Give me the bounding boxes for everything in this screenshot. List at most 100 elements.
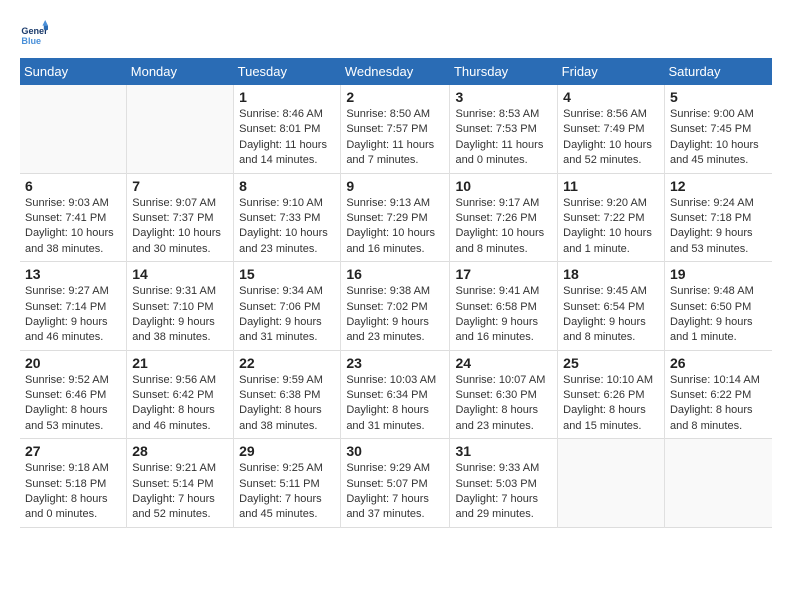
day-number: 9 (346, 178, 444, 194)
day-number: 20 (25, 355, 121, 371)
calendar-cell: 2 Sunrise: 8:50 AM Sunset: 7:57 PM Daylig… (341, 85, 450, 173)
weekday-header-monday: Monday (127, 58, 234, 85)
day-number: 1 (239, 89, 335, 105)
calendar-cell: 16 Sunrise: 9:38 AM Sunset: 7:02 PM Dayli… (341, 262, 450, 351)
calendar-cell: 11 Sunrise: 9:20 AM Sunset: 7:22 PM Dayli… (558, 173, 665, 262)
week-row-3: 13 Sunrise: 9:27 AM Sunset: 7:14 PM Dayli… (20, 262, 772, 351)
calendar-cell: 30 Sunrise: 9:29 AM Sunset: 5:07 PM Dayli… (341, 439, 450, 528)
calendar-cell: 7 Sunrise: 9:07 AM Sunset: 7:37 PM Daylig… (127, 173, 234, 262)
day-number: 8 (239, 178, 335, 194)
calendar-cell: 6 Sunrise: 9:03 AM Sunset: 7:41 PM Daylig… (20, 173, 127, 262)
weekday-header-sunday: Sunday (20, 58, 127, 85)
calendar-cell (20, 85, 127, 173)
calendar-cell: 9 Sunrise: 9:13 AM Sunset: 7:29 PM Daylig… (341, 173, 450, 262)
day-number: 22 (239, 355, 335, 371)
calendar-cell: 14 Sunrise: 9:31 AM Sunset: 7:10 PM Dayli… (127, 262, 234, 351)
cell-content: Sunrise: 9:17 AM Sunset: 7:26 PM Dayligh… (455, 196, 552, 258)
cell-content: Sunrise: 9:48 AM Sunset: 6:50 PM Dayligh… (670, 284, 767, 346)
cell-content: Sunrise: 9:21 AM Sunset: 5:14 PM Dayligh… (132, 461, 228, 523)
cell-content: Sunrise: 8:46 AM Sunset: 8:01 PM Dayligh… (239, 107, 335, 169)
cell-content: Sunrise: 9:33 AM Sunset: 5:03 PM Dayligh… (455, 461, 552, 523)
cell-content: Sunrise: 9:24 AM Sunset: 7:18 PM Dayligh… (670, 196, 767, 258)
calendar-cell (664, 439, 772, 528)
day-number: 21 (132, 355, 228, 371)
cell-content: Sunrise: 9:03 AM Sunset: 7:41 PM Dayligh… (25, 196, 121, 258)
calendar-cell: 1 Sunrise: 8:46 AM Sunset: 8:01 PM Daylig… (234, 85, 341, 173)
calendar-cell: 26 Sunrise: 10:14 AM Sunset: 6:22 PM Dayl… (664, 350, 772, 439)
cell-content: Sunrise: 9:56 AM Sunset: 6:42 PM Dayligh… (132, 373, 228, 435)
weekday-header-saturday: Saturday (664, 58, 772, 85)
calendar-cell: 23 Sunrise: 10:03 AM Sunset: 6:34 PM Dayl… (341, 350, 450, 439)
cell-content: Sunrise: 9:07 AM Sunset: 7:37 PM Dayligh… (132, 196, 228, 258)
day-number: 2 (346, 89, 444, 105)
cell-content: Sunrise: 8:50 AM Sunset: 7:57 PM Dayligh… (346, 107, 444, 169)
calendar-cell: 8 Sunrise: 9:10 AM Sunset: 7:33 PM Daylig… (234, 173, 341, 262)
cell-content: Sunrise: 9:59 AM Sunset: 6:38 PM Dayligh… (239, 373, 335, 435)
cell-content: Sunrise: 9:29 AM Sunset: 5:07 PM Dayligh… (346, 461, 444, 523)
weekday-header-wednesday: Wednesday (341, 58, 450, 85)
day-number: 27 (25, 443, 121, 459)
day-number: 16 (346, 266, 444, 282)
day-number: 23 (346, 355, 444, 371)
calendar-cell: 17 Sunrise: 9:41 AM Sunset: 6:58 PM Dayli… (450, 262, 558, 351)
cell-content: Sunrise: 9:18 AM Sunset: 5:18 PM Dayligh… (25, 461, 121, 523)
week-row-2: 6 Sunrise: 9:03 AM Sunset: 7:41 PM Daylig… (20, 173, 772, 262)
calendar-cell: 5Sunrise: 9:00 AM Sunset: 7:45 PM Daylig… (664, 85, 772, 173)
calendar-cell (558, 439, 665, 528)
week-row-4: 20 Sunrise: 9:52 AM Sunset: 6:46 PM Dayli… (20, 350, 772, 439)
weekday-header-thursday: Thursday (450, 58, 558, 85)
svg-text:Blue: Blue (21, 36, 41, 46)
calendar-cell: 21 Sunrise: 9:56 AM Sunset: 6:42 PM Dayli… (127, 350, 234, 439)
calendar-cell: 29 Sunrise: 9:25 AM Sunset: 5:11 PM Dayli… (234, 439, 341, 528)
cell-content: Sunrise: 9:45 AM Sunset: 6:54 PM Dayligh… (563, 284, 659, 346)
day-number: 6 (25, 178, 121, 194)
week-row-1: 1 Sunrise: 8:46 AM Sunset: 8:01 PM Daylig… (20, 85, 772, 173)
cell-content: Sunrise: 8:53 AM Sunset: 7:53 PM Dayligh… (455, 107, 552, 169)
logo: General Blue (20, 20, 52, 48)
cell-content: Sunrise: 9:00 AM Sunset: 7:45 PM Dayligh… (670, 107, 767, 169)
day-number: 7 (132, 178, 228, 194)
day-number: 12 (670, 178, 767, 194)
cell-content: Sunrise: 10:10 AM Sunset: 6:26 PM Daylig… (563, 373, 659, 435)
day-number: 18 (563, 266, 659, 282)
cell-content: Sunrise: 10:07 AM Sunset: 6:30 PM Daylig… (455, 373, 552, 435)
cell-content: Sunrise: 9:27 AM Sunset: 7:14 PM Dayligh… (25, 284, 121, 346)
day-number: 24 (455, 355, 552, 371)
day-number: 30 (346, 443, 444, 459)
calendar-cell: 13 Sunrise: 9:27 AM Sunset: 7:14 PM Dayli… (20, 262, 127, 351)
week-row-5: 27 Sunrise: 9:18 AM Sunset: 5:18 PM Dayli… (20, 439, 772, 528)
cell-content: Sunrise: 9:10 AM Sunset: 7:33 PM Dayligh… (239, 196, 335, 258)
day-number: 25 (563, 355, 659, 371)
day-number: 3 (455, 89, 552, 105)
logo-icon: General Blue (20, 20, 48, 48)
cell-content: Sunrise: 10:03 AM Sunset: 6:34 PM Daylig… (346, 373, 444, 435)
cell-content: Sunrise: 9:13 AM Sunset: 7:29 PM Dayligh… (346, 196, 444, 258)
day-number: 11 (563, 178, 659, 194)
cell-content: Sunrise: 9:20 AM Sunset: 7:22 PM Dayligh… (563, 196, 659, 258)
day-number: 15 (239, 266, 335, 282)
day-number: 28 (132, 443, 228, 459)
calendar-cell: 27 Sunrise: 9:18 AM Sunset: 5:18 PM Dayli… (20, 439, 127, 528)
cell-content: Sunrise: 9:31 AM Sunset: 7:10 PM Dayligh… (132, 284, 228, 346)
day-number: 17 (455, 266, 552, 282)
calendar-cell: 28 Sunrise: 9:21 AM Sunset: 5:14 PM Dayli… (127, 439, 234, 528)
day-number: 14 (132, 266, 228, 282)
day-number: 31 (455, 443, 552, 459)
day-number: 26 (670, 355, 767, 371)
cell-content: Sunrise: 10:14 AM Sunset: 6:22 PM Daylig… (670, 373, 767, 435)
day-number: 29 (239, 443, 335, 459)
cell-content: Sunrise: 9:52 AM Sunset: 6:46 PM Dayligh… (25, 373, 121, 435)
calendar-cell: 19Sunrise: 9:48 AM Sunset: 6:50 PM Dayli… (664, 262, 772, 351)
cell-content: Sunrise: 9:34 AM Sunset: 7:06 PM Dayligh… (239, 284, 335, 346)
cell-content: Sunrise: 9:41 AM Sunset: 6:58 PM Dayligh… (455, 284, 552, 346)
calendar-cell: 24 Sunrise: 10:07 AM Sunset: 6:30 PM Dayl… (450, 350, 558, 439)
cell-content: Sunrise: 9:38 AM Sunset: 7:02 PM Dayligh… (346, 284, 444, 346)
calendar-cell: 20 Sunrise: 9:52 AM Sunset: 6:46 PM Dayli… (20, 350, 127, 439)
calendar-cell (127, 85, 234, 173)
cell-content: Sunrise: 9:25 AM Sunset: 5:11 PM Dayligh… (239, 461, 335, 523)
calendar-cell: 3 Sunrise: 8:53 AM Sunset: 7:53 PM Daylig… (450, 85, 558, 173)
calendar-cell: 15 Sunrise: 9:34 AM Sunset: 7:06 PM Dayli… (234, 262, 341, 351)
calendar-table: SundayMondayTuesdayWednesdayThursdayFrid… (20, 58, 772, 528)
day-number: 13 (25, 266, 121, 282)
calendar-cell: 12 Sunrise: 9:24 AM Sunset: 7:18 PM Dayli… (664, 173, 772, 262)
